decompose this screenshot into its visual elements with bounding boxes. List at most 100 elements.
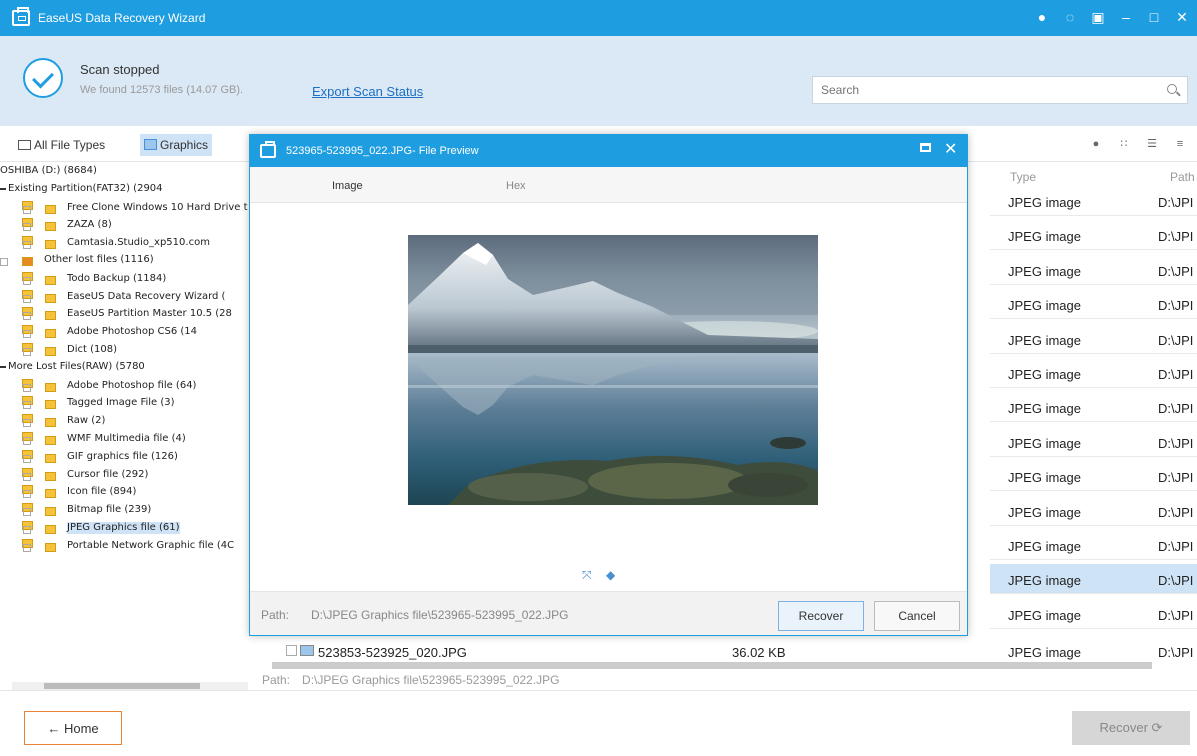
- column-header-type[interactable]: Type: [1010, 170, 1036, 184]
- table-row[interactable]: JPEG image D:\JPI: [990, 220, 1197, 251]
- tree-checkbox[interactable]: [23, 241, 31, 250]
- tree-folder[interactable]: Raw (2): [22, 414, 105, 428]
- tree-folder[interactable]: JPEG Graphics file (61): [22, 521, 180, 534]
- tree-checkbox[interactable]: [23, 543, 31, 552]
- dialog-recover-button[interactable]: Recover: [778, 601, 864, 631]
- table-row[interactable]: JPEG image D:\JPI: [990, 392, 1197, 423]
- search-input[interactable]: [813, 77, 1153, 103]
- table-row[interactable]: JPEG image D:\JPI: [990, 289, 1197, 320]
- list-view-icon[interactable]: ☰: [1145, 138, 1159, 150]
- table-row[interactable]: JPEG image D:\JPI: [990, 496, 1197, 526]
- table-row[interactable]: JPEG image D:\JPI: [990, 358, 1197, 388]
- tree-item-label: Camtasia.Studio_xp510.com: [67, 237, 210, 249]
- preview-tools: ⤧ ◆: [582, 569, 620, 581]
- table-row[interactable]: JPEG image D:\JPI: [990, 461, 1197, 492]
- table-row[interactable]: JPEG image D:\JPI: [990, 599, 1197, 629]
- tree-folder[interactable]: EaseUS Partition Master 10.5 (28: [22, 307, 232, 321]
- app-logo-icon: [12, 7, 30, 26]
- tree-folder[interactable]: Cursor file (292): [22, 467, 148, 481]
- tree-checkbox[interactable]: [23, 294, 31, 303]
- tree-folder[interactable]: Tagged Image File (3): [22, 396, 175, 410]
- recover-button[interactable]: Recover ⟳: [1072, 711, 1190, 745]
- table-row[interactable]: JPEG image D:\JPI: [990, 324, 1197, 354]
- tree-folder[interactable]: WMF Multimedia file (4): [22, 432, 186, 445]
- feedback-icon[interactable]: ●: [1033, 8, 1051, 26]
- tree-checkbox[interactable]: [23, 401, 31, 410]
- tree-checkbox[interactable]: [23, 454, 31, 463]
- tree-checkbox[interactable]: [23, 348, 31, 356]
- maximize-icon[interactable]: □: [1145, 8, 1163, 26]
- thumbnail-view-icon[interactable]: ∷: [1117, 138, 1131, 150]
- tree-checkbox[interactable]: [23, 205, 31, 214]
- tree-folder[interactable]: Portable Network Graphic file (4C: [22, 538, 234, 552]
- table-row[interactable]: JPEG image D:\JPI: [990, 530, 1197, 560]
- menu-icon[interactable]: ▣: [1089, 8, 1107, 26]
- file-path: D:\JPI: [1158, 607, 1194, 623]
- tree-checkbox[interactable]: [23, 330, 31, 339]
- tab-hex[interactable]: Hex: [506, 180, 526, 192]
- file-path: D:\JPI: [1158, 229, 1194, 245]
- detail-view-icon[interactable]: ≡: [1173, 138, 1187, 150]
- tree-checkbox[interactable]: [23, 526, 31, 534]
- export-scan-status-link[interactable]: Export Scan Status: [312, 84, 423, 99]
- tree-checkbox[interactable]: [23, 312, 31, 321]
- filter-all-label: All File Types: [34, 138, 106, 152]
- minimize-icon[interactable]: –: [1117, 8, 1135, 26]
- tree-checkbox[interactable]: [23, 472, 31, 481]
- tree-folder[interactable]: GIF graphics file (126): [22, 449, 178, 463]
- table-row[interactable]: JPEG image D:\JPI: [990, 564, 1197, 595]
- close-icon[interactable]: ✕: [1173, 8, 1191, 26]
- file-list-scrollbar[interactable]: [272, 662, 1152, 669]
- tree-checkbox[interactable]: [23, 437, 31, 445]
- table-row[interactable]: JPEG image D:\JPI: [990, 186, 1197, 216]
- column-header-path[interactable]: Path: [1170, 170, 1195, 184]
- tree-item-label: Other lost files (1116): [44, 254, 154, 265]
- filter-all-file-types[interactable]: All File Types: [14, 134, 109, 156]
- dialog-title-bar[interactable]: 523965-523995_022.JPG- File Preview ✕: [250, 135, 967, 167]
- tree-folder[interactable]: Free Clone Windows 10 Hard Drive t: [22, 200, 248, 214]
- dialog-cancel-button[interactable]: Cancel: [874, 601, 960, 631]
- tree-checkbox[interactable]: [0, 258, 8, 266]
- preview-eye-icon[interactable]: ●: [1089, 138, 1103, 150]
- theme-icon[interactable]: ◌: [1061, 8, 1079, 26]
- tree-checkbox[interactable]: [23, 508, 31, 517]
- tree-checkbox[interactable]: [23, 490, 31, 499]
- tree-folder[interactable]: ZAZA (8): [22, 218, 112, 232]
- table-row[interactable]: JPEG image D:\JPI: [990, 427, 1197, 457]
- home-button[interactable]: ← Home: [24, 711, 122, 745]
- tree-folder[interactable]: EaseUS Data Recovery Wizard (: [22, 289, 225, 303]
- tree-scrollbar-thumb[interactable]: [44, 683, 200, 689]
- filter-graphics[interactable]: Graphics: [140, 134, 213, 156]
- scan-status-summary: We found 12573 files (14.07 GB).: [80, 84, 244, 96]
- file-type: JPEG image: [1008, 435, 1081, 451]
- search-icon[interactable]: [1167, 84, 1177, 94]
- folder-icon: [45, 204, 56, 214]
- maximize-icon[interactable]: [920, 143, 931, 152]
- tab-image[interactable]: Image: [332, 180, 363, 192]
- tree-folder[interactable]: Icon file (894): [22, 485, 136, 499]
- tree-checkbox[interactable]: [23, 276, 31, 285]
- tree-checkbox[interactable]: [23, 383, 31, 392]
- row-checkbox[interactable]: [286, 645, 297, 656]
- search-box[interactable]: [812, 76, 1188, 104]
- tree-folder[interactable]: Todo Backup (1184): [22, 271, 166, 285]
- table-row[interactable]: JPEG image D:\JPI: [990, 255, 1197, 285]
- fit-to-window-icon[interactable]: ⤧: [582, 569, 596, 581]
- tree-folder[interactable]: Bitmap file (239): [22, 503, 151, 517]
- tree-folder[interactable]: Dict (108): [22, 343, 117, 356]
- close-icon[interactable]: ✕: [944, 139, 957, 159]
- image-preview: [408, 235, 818, 505]
- folder-icon: [45, 382, 56, 392]
- tree-folder[interactable]: Adobe Photoshop CS6 (14: [22, 325, 197, 339]
- tree-folder[interactable]: Camtasia.Studio_xp510.com: [22, 236, 210, 250]
- rotate-icon[interactable]: ◆: [606, 569, 620, 581]
- scan-status-panel: Scan stopped We found 12573 files (14.07…: [0, 36, 1197, 126]
- tree-checkbox[interactable]: [23, 419, 31, 428]
- file-type: JPEG image: [1008, 401, 1081, 417]
- tree-item-label: Todo Backup (1184): [67, 272, 167, 284]
- file-path: D:\JPI: [1158, 195, 1194, 210]
- file-path: D:\JPI: [1158, 504, 1194, 520]
- tree-folder[interactable]: Adobe Photoshop file (64): [22, 378, 196, 392]
- tree-item-label: More Lost Files(RAW) (5780: [8, 360, 145, 372]
- tree-checkbox[interactable]: [23, 223, 31, 232]
